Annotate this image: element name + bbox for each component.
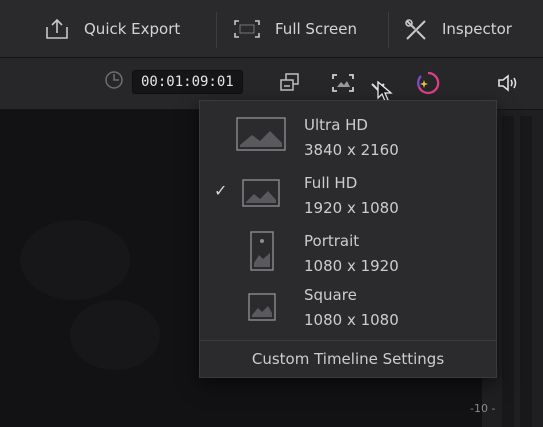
viewer-image-shadow — [20, 220, 130, 300]
color-effects-button[interactable] — [415, 70, 441, 100]
menu-item-square[interactable]: Square 1080 x 1080 — [200, 283, 496, 341]
menu-item-dimensions: 1080 x 1080 — [304, 311, 399, 329]
quick-export-button[interactable]: Quick Export — [44, 0, 180, 58]
speaker-icon — [496, 73, 518, 97]
inspector-tools-icon — [404, 18, 428, 40]
viewer-image-shadow — [70, 300, 160, 370]
menu-item-dimensions: 1080 x 1920 — [304, 257, 399, 275]
full-screen-icon — [233, 19, 261, 39]
full-screen-label: Full Screen — [275, 20, 357, 38]
menu-item-dimensions: 1920 x 1080 — [304, 199, 399, 217]
meter-channel — [520, 116, 532, 427]
export-icon — [44, 18, 70, 40]
timecode-display[interactable]: 00:01:09:01 — [132, 70, 243, 94]
timecode-group: 00:01:09:01 — [104, 70, 243, 94]
safe-area-button[interactable] — [278, 72, 302, 98]
color-wheel-sparkle-icon — [415, 70, 441, 100]
menu-item-name: Full HD — [304, 174, 358, 192]
landscape-image-icon — [242, 179, 280, 207]
top-toolbar: Quick Export Full Screen Inspector — [0, 0, 543, 58]
frame-crop-icon — [330, 72, 356, 98]
menu-item-dimensions: 3840 x 2160 — [304, 141, 399, 159]
toolbar-divider — [216, 12, 217, 48]
aspect-ratio-button[interactable] — [330, 72, 356, 98]
clock-icon — [104, 70, 124, 94]
full-screen-button[interactable]: Full Screen — [233, 0, 357, 58]
menu-item-name: Portrait — [304, 232, 360, 250]
inspector-label: Inspector — [442, 20, 512, 38]
meter-scale-label: -10 - — [470, 402, 496, 415]
toolbar-divider — [388, 12, 389, 48]
app-window: Quick Export Full Screen Inspector 00:01… — [0, 0, 543, 427]
meter-channel — [502, 116, 514, 427]
aspect-ratio-menu: Ultra HD 3840 x 2160 ✓ Full HD 1920 x 10… — [199, 100, 497, 378]
menu-item-portrait[interactable]: Portrait 1080 x 1920 — [200, 225, 496, 283]
landscape-image-icon — [236, 117, 286, 151]
custom-timeline-settings-item[interactable]: Custom Timeline Settings — [200, 341, 496, 377]
menu-item-full-hd[interactable]: Full HD 1920 x 1080 — [200, 167, 496, 225]
menu-item-name: Square — [304, 286, 357, 304]
audio-button[interactable] — [496, 73, 518, 97]
menu-item-name: Ultra HD — [304, 116, 368, 134]
quick-export-label: Quick Export — [84, 20, 181, 38]
monitor-layers-icon — [278, 72, 302, 98]
portrait-image-icon — [250, 231, 274, 271]
inspector-button[interactable]: Inspector — [404, 0, 512, 58]
menu-item-ultra-hd[interactable]: Ultra HD 3840 x 2160 — [200, 107, 496, 165]
square-image-icon — [248, 293, 276, 321]
